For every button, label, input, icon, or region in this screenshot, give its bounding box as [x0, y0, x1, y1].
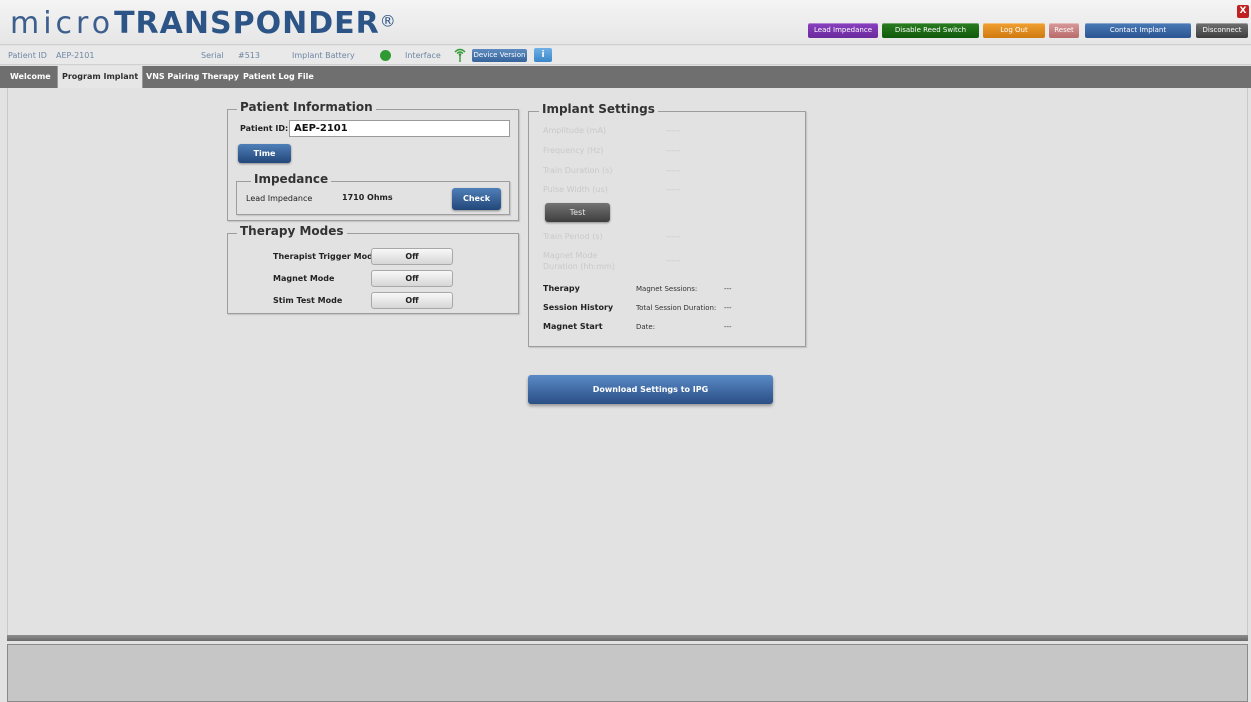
magnet-sessions-key: Magnet Sessions: — [636, 285, 698, 293]
antenna-icon — [454, 48, 466, 62]
tab-patient-log-file[interactable]: Patient Log File — [239, 66, 318, 88]
therapy-status-label: Therapy — [543, 284, 580, 293]
battery-status-icon — [380, 50, 391, 61]
train-duration-label: Train Duration (s) — [543, 166, 613, 175]
reset-button[interactable]: Reset — [1049, 23, 1079, 38]
train-period-value: ----- — [666, 232, 681, 241]
total-session-duration-value: --- — [724, 304, 732, 312]
bottom-log-panel — [7, 644, 1248, 702]
close-icon[interactable]: X — [1237, 5, 1249, 18]
log-out-button[interactable]: Log Out — [983, 23, 1045, 38]
logo-transponder: TRANSPONDER — [114, 6, 380, 41]
magnet-start-date-key: Date: — [636, 323, 656, 331]
info-icon[interactable]: i — [534, 48, 552, 62]
lead-impedance-value: 1710 Ohms — [342, 193, 393, 202]
magnet-sessions-value: --- — [724, 285, 732, 293]
lead-impedance-label: Lead Impedance — [246, 194, 313, 203]
patient-information-legend: Patient Information — [237, 100, 376, 114]
magnet-mode-duration-value: ----- — [666, 256, 681, 265]
disconnect-button[interactable]: Disconnect — [1196, 23, 1248, 38]
patient-id-input[interactable]: AEP-2101 — [289, 120, 510, 137]
pulse-width-label: Pulse Width (us) — [543, 185, 608, 194]
patient-id-field-label: Patient ID: — [240, 124, 289, 133]
impedance-legend: Impedance — [251, 172, 332, 186]
therapy-modes-legend: Therapy Modes — [237, 224, 347, 238]
contact-implant-button[interactable]: Contact Implant — [1085, 23, 1191, 38]
frequency-label: Frequency (Hz) — [543, 146, 604, 155]
stim-test-mode-toggle[interactable]: Off — [371, 292, 453, 309]
stim-test-mode-label: Stim Test Mode — [273, 296, 343, 305]
implant-settings-legend: Implant Settings — [539, 102, 658, 116]
magnet-mode-label: Magnet Mode — [273, 274, 335, 283]
patient-id-label: Patient ID — [8, 51, 47, 60]
amplitude-value: ----- — [666, 126, 681, 135]
magnet-mode-toggle[interactable]: Off — [371, 270, 453, 287]
lead-impedance-button[interactable]: Lead Impedance — [808, 23, 878, 38]
train-duration-value: ----- — [666, 166, 681, 175]
session-history-label: Session History — [543, 303, 614, 312]
time-button[interactable]: Time — [238, 144, 291, 163]
implant-battery-label: Implant Battery — [292, 51, 355, 60]
app-window: microTRANSPONDER® Lead Impedance Disable… — [0, 0, 1251, 702]
magnet-mode-duration-label-line1: Magnet Mode — [543, 251, 598, 260]
tab-welcome[interactable]: Welcome — [6, 66, 55, 88]
status-info-bar — [0, 46, 1251, 65]
therapist-trigger-mode-label: Therapist Trigger Mode — [273, 252, 379, 261]
serial-value: #513 — [238, 51, 260, 60]
interface-label: Interface — [405, 51, 441, 60]
check-impedance-button[interactable]: Check — [452, 188, 501, 210]
magnet-start-date-value: --- — [724, 323, 732, 331]
serial-label: Serial — [201, 51, 224, 60]
microtransponder-logo: microTRANSPONDER® — [10, 6, 396, 42]
test-button[interactable]: Test — [545, 203, 610, 222]
total-session-duration-key: Total Session Duration: — [636, 304, 717, 312]
patient-id-value: AEP-2101 — [56, 51, 95, 60]
magnet-start-label: Magnet Start — [543, 322, 603, 331]
download-settings-button[interactable]: Download Settings to IPG — [528, 375, 773, 404]
train-period-label: Train Period (s) — [543, 232, 603, 241]
pulse-width-value: ----- — [666, 185, 681, 194]
app-header: microTRANSPONDER® Lead Impedance Disable… — [0, 0, 1251, 45]
tab-vns-pairing-therapy[interactable]: VNS Pairing Therapy — [142, 66, 243, 88]
disable-reed-switch-button[interactable]: Disable Reed Switch — [882, 23, 979, 38]
logo-micro: micro — [10, 6, 115, 41]
frequency-value: ----- — [666, 146, 681, 155]
tab-program-implant[interactable]: Program Implant — [57, 66, 144, 88]
device-version-button[interactable]: Device Version — [472, 49, 527, 62]
therapist-trigger-mode-toggle[interactable]: Off — [371, 248, 453, 265]
amplitude-label: Amplitude (mA) — [543, 126, 607, 135]
panel-splitter[interactable] — [7, 635, 1248, 641]
magnet-mode-duration-label-line2: Duration (hh:mm) — [543, 262, 615, 271]
logo-registered-mark: ® — [379, 11, 396, 31]
